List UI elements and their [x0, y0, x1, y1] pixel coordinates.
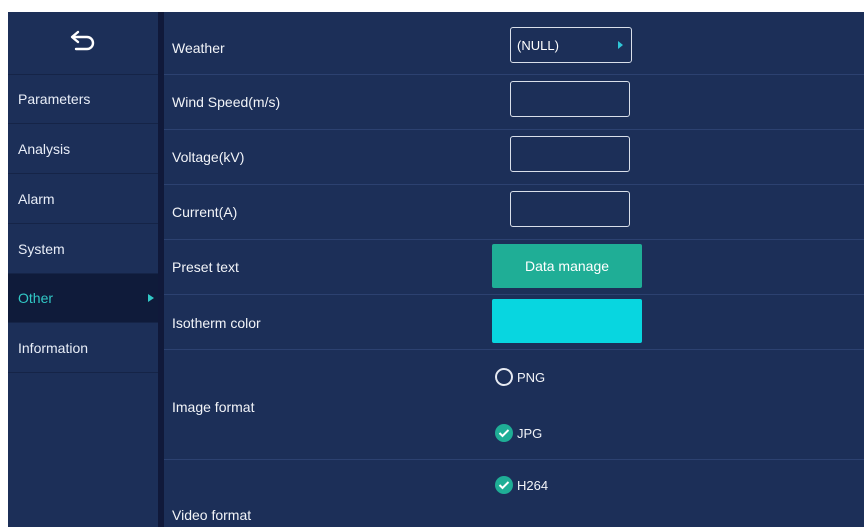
caret-right-icon [618, 41, 623, 49]
check-circle-icon [495, 424, 513, 442]
current-row: Current(A) [164, 185, 864, 240]
sidebar-item-label: System [18, 241, 65, 257]
voltage-row: Voltage(kV) [164, 130, 864, 185]
sidebar-item-label: Analysis [18, 141, 71, 157]
video-format-label: Video format [172, 507, 252, 523]
data-manage-button[interactable]: Data manage [492, 244, 642, 288]
image-format-row: Image format PNG JPG [164, 350, 864, 460]
settings-window: Parameters Analysis Alarm System Other I… [8, 12, 864, 527]
weather-row: Weather (NULL) [164, 12, 864, 75]
jpg-radio[interactable]: JPG [495, 424, 542, 442]
sidebar-item-label: Information [18, 340, 89, 356]
isotherm-color-swatch[interactable] [492, 299, 642, 343]
video-format-row: Video format H264 [164, 460, 864, 527]
sidebar-item-label: Parameters [18, 91, 91, 107]
isotherm-color-label: Isotherm color [172, 315, 261, 331]
voltage-input[interactable] [510, 136, 630, 172]
chevron-right-icon [148, 294, 154, 302]
wind-speed-row: Wind Speed(m/s) [164, 75, 864, 130]
voltage-label: Voltage(kV) [172, 149, 245, 165]
sidebar-item-label: Other [18, 290, 54, 306]
current-label: Current(A) [172, 204, 238, 220]
wind-speed-label: Wind Speed(m/s) [172, 94, 281, 110]
sidebar-item-analysis[interactable]: Analysis [8, 125, 158, 174]
sidebar-item-information[interactable]: Information [8, 324, 158, 373]
back-arrow-icon [70, 30, 96, 57]
check-circle-icon [495, 476, 513, 494]
h264-radio[interactable]: H264 [495, 476, 548, 494]
h264-label: H264 [517, 477, 549, 493]
data-manage-label: Data manage [524, 258, 610, 274]
settings-panel: Weather (NULL) Wind Speed(m/s) Voltage(k… [164, 12, 864, 527]
sidebar-item-label: Alarm [18, 191, 55, 207]
wind-speed-input[interactable] [510, 81, 630, 117]
radio-unchecked-icon [495, 368, 513, 386]
sidebar-item-parameters[interactable]: Parameters [8, 75, 158, 124]
png-label: PNG [517, 369, 546, 385]
png-radio[interactable]: PNG [495, 368, 545, 386]
image-format-label: Image format [172, 399, 255, 415]
current-input[interactable] [510, 191, 630, 227]
weather-label: Weather [172, 40, 225, 56]
weather-select[interactable]: (NULL) [510, 27, 632, 63]
back-button[interactable] [8, 12, 158, 75]
sidebar-item-alarm[interactable]: Alarm [8, 175, 158, 224]
sidebar: Parameters Analysis Alarm System Other I… [8, 12, 158, 527]
sidebar-item-other[interactable]: Other [8, 274, 158, 323]
preset-text-label: Preset text [172, 259, 239, 275]
weather-value: (NULL) [517, 37, 559, 53]
jpg-label: JPG [517, 425, 543, 441]
sidebar-item-system[interactable]: System [8, 225, 158, 274]
